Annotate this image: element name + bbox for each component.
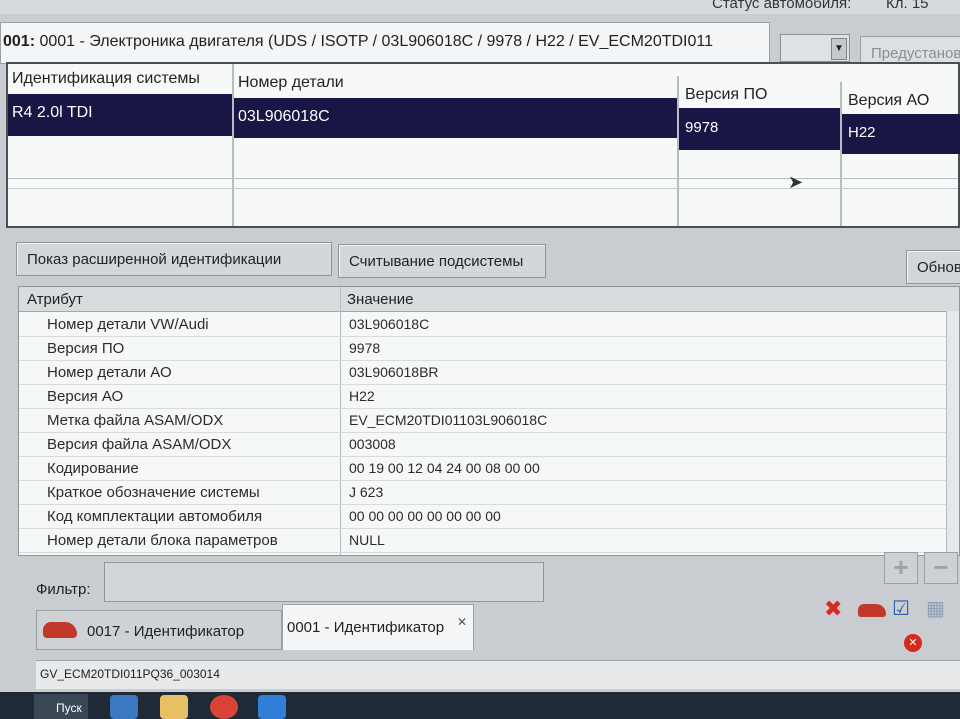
car-icon[interactable] xyxy=(858,604,886,617)
folder-icon[interactable] xyxy=(160,695,188,719)
table-row[interactable]: Номер детали АО 03L906018BR xyxy=(19,361,959,385)
row-value: 03L906018BR xyxy=(349,364,439,380)
filter-label: Фильтр: xyxy=(36,581,91,598)
table-row[interactable]: Версия файла ASAM/ODX 003008 xyxy=(19,433,959,457)
status-text: GV_ECM20TDI011PQ36_003014 xyxy=(40,667,220,681)
selected-part-number: 03L906018C xyxy=(238,108,330,125)
close-icon[interactable]: ✕ xyxy=(457,615,467,629)
grid-icon[interactable]: ▦ xyxy=(926,596,945,621)
row-attribute: Версия файла ASAM/ODX xyxy=(47,436,232,453)
delete-icon[interactable]: ✖ xyxy=(824,596,842,622)
refresh-button[interactable]: Обнов xyxy=(906,250,960,284)
column-header-hw-version[interactable]: Версия АО xyxy=(848,92,929,110)
row-value: 03L906018C xyxy=(349,316,430,332)
read-subsystem-button[interactable]: Считывание подсистемы xyxy=(338,244,546,278)
chrome-icon[interactable] xyxy=(210,695,238,719)
page-title: 001: 0001 - Электроника двигателя (UDS /… xyxy=(3,33,713,51)
grid-line xyxy=(840,82,842,226)
selected-hw-version: H22 xyxy=(848,124,876,141)
column-header-system[interactable]: Идентификация системы xyxy=(12,70,200,88)
row-value: 00 00 00 00 00 00 00 00 xyxy=(349,508,501,524)
title-text: 0001 - Электроника двигателя (UDS / ISOT… xyxy=(35,33,713,50)
table-row[interactable]: Метка файла ASAM/ODX EV_ECM20TDI01103L90… xyxy=(19,409,959,433)
status-bar: GV_ECM20TDI011PQ36_003014 xyxy=(36,660,960,689)
table-row[interactable]: Версия ПО 9978 xyxy=(19,337,959,361)
terminal-label: Кл. 15 xyxy=(886,0,929,12)
identification-table: Идентификация системы Номер детали Верси… xyxy=(6,62,960,228)
row-attribute: Номер детали АО xyxy=(47,364,172,381)
row-value: J 623 xyxy=(349,484,384,500)
column-header-value[interactable]: Значение xyxy=(347,291,414,308)
tab-0001-identifier[interactable]: 0001 - Идентификатор ✕ xyxy=(282,604,474,650)
attribute-table-header: Атрибут Значение xyxy=(19,287,959,312)
grid-line xyxy=(232,64,234,226)
vehicle-status-label: Статус автомобиля: xyxy=(712,0,852,12)
row-attribute: Краткое обозначение системы xyxy=(47,484,260,501)
internet-explorer-icon[interactable] xyxy=(110,695,138,719)
tab-label: 0017 - Идентификатор xyxy=(87,623,245,640)
tab-label: 0001 - Идентификатор xyxy=(287,619,445,636)
row-value: H22 xyxy=(349,388,375,404)
row-value: 003008 xyxy=(349,436,396,452)
row-attribute: Метка файла ASAM/ODX xyxy=(47,412,224,429)
ecu-title-bar: 001: 0001 - Электроника двигателя (UDS /… xyxy=(0,22,770,64)
mouse-pointer-icon: ➤ xyxy=(788,172,804,192)
row-value: NULL xyxy=(349,532,385,548)
checklist-icon[interactable]: ☑ xyxy=(892,596,910,621)
column-header-attribute[interactable]: Атрибут xyxy=(27,291,83,308)
car-icon xyxy=(43,622,77,638)
column-header-sw-version[interactable]: Версия ПО xyxy=(685,86,767,104)
taskbar: Пуск xyxy=(0,692,960,719)
diagnostic-app-icon[interactable] xyxy=(258,695,286,719)
remove-button[interactable]: − xyxy=(924,552,958,584)
selected-system: R4 2.0l TDI xyxy=(12,104,93,121)
table-row[interactable]: Краткое обозначение системы J 623 xyxy=(19,481,959,505)
attribute-table: Атрибут Значение Номер детали VW/Audi 03… xyxy=(18,286,960,556)
extended-identification-button[interactable]: Показ расширенной идентификации xyxy=(16,242,332,276)
start-button[interactable]: Пуск xyxy=(34,694,88,719)
grid-line xyxy=(8,188,958,189)
vertical-scrollbar[interactable] xyxy=(946,311,959,555)
ecu-select-dropdown[interactable]: ▼ xyxy=(780,34,850,62)
table-row[interactable]: Номер детали блока параметров NULL xyxy=(19,529,959,553)
grid-line xyxy=(677,76,679,226)
table-row[interactable]: Номер детали VW/Audi 03L906018C xyxy=(19,313,959,337)
top-strip: Статус автомобиля: Кл. 15 xyxy=(0,0,960,14)
tab-0017-identifier[interactable]: 0017 - Идентификатор xyxy=(36,610,282,650)
error-icon[interactable]: ✕ xyxy=(904,634,922,652)
row-attribute: Номер детали блока параметров xyxy=(47,532,278,549)
add-button[interactable]: + xyxy=(884,552,918,584)
row-value: 9978 xyxy=(349,340,381,356)
row-attribute: Версия ПО xyxy=(47,340,125,357)
chevron-down-icon[interactable]: ▼ xyxy=(831,38,847,60)
table-row[interactable]: Код комплектации автомобиля 00 00 00 00 … xyxy=(19,505,959,529)
filter-input[interactable] xyxy=(104,562,544,602)
row-attribute: Версия АО xyxy=(47,388,124,405)
grid-line xyxy=(8,178,958,179)
row-attribute: Кодирование xyxy=(47,460,139,477)
selected-sw-version: 9978 xyxy=(685,119,719,136)
title-index: 001: xyxy=(3,33,36,50)
row-value: EV_ECM20TDI01103L906018C xyxy=(349,412,548,428)
table-row[interactable]: Версия АО H22 xyxy=(19,385,959,409)
row-attribute: Код комплектации автомобиля xyxy=(47,508,263,525)
row-value: 00 19 00 12 04 24 00 08 00 00 xyxy=(349,460,540,476)
row-attribute: Номер детали VW/Audi xyxy=(47,316,209,333)
column-header-part-number[interactable]: Номер детали xyxy=(238,74,344,92)
start-label: Пуск xyxy=(56,701,82,715)
table-row[interactable]: Кодирование 00 19 00 12 04 24 00 08 00 0… xyxy=(19,457,959,481)
